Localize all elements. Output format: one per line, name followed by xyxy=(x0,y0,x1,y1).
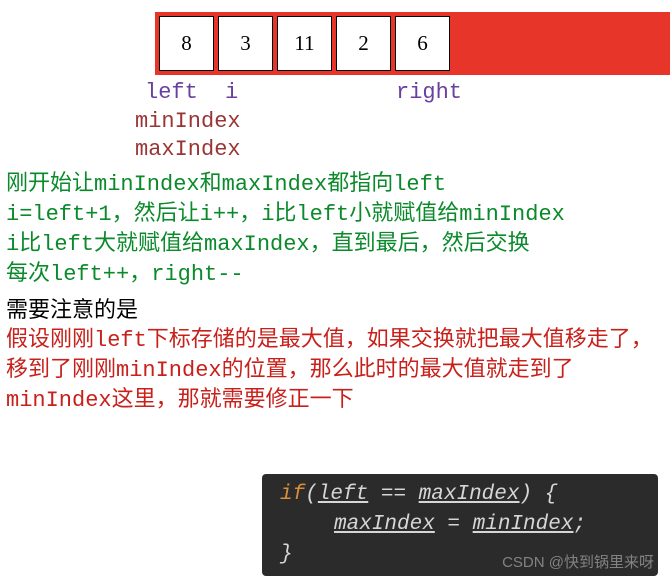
code-line-1: if(left == maxIndex) { xyxy=(280,480,646,510)
lparen: ( xyxy=(305,483,318,506)
maxindex-label: maxIndex xyxy=(135,136,670,164)
array-cell: 8 xyxy=(159,16,214,71)
pointer-right: right xyxy=(396,80,462,105)
gline3: i比left大就赋值给maxIndex，直到最后，然后交换 xyxy=(6,230,670,260)
var-left: left xyxy=(318,483,368,506)
minindex-label: minIndex xyxy=(135,108,670,136)
gline2: i=left+1，然后让i++，i比left小就赋值给minIndex xyxy=(6,200,670,230)
pointer-i: i xyxy=(225,80,238,105)
pointer-row: left i right xyxy=(0,80,670,108)
note-heading: 需要注意的是 xyxy=(6,292,670,324)
gline4: 每次left++，right-- xyxy=(6,260,670,290)
gline1: 刚开始让minIndex和maxIndex都指向left xyxy=(6,170,670,200)
var-minindex-assign: minIndex xyxy=(473,513,574,536)
rparen-brace: ) { xyxy=(520,483,558,506)
array-cell: 2 xyxy=(336,16,391,71)
explain-green: 刚开始让minIndex和maxIndex都指向left i=left+1，然后… xyxy=(6,170,670,290)
pointer-left: left xyxy=(145,80,198,105)
op-eq: == xyxy=(368,483,418,506)
array-container: 8 3 11 2 6 xyxy=(155,12,670,75)
array-cell: 11 xyxy=(277,16,332,71)
array-cell: 6 xyxy=(395,16,450,71)
watermark: CSDN @快到锅里来呀 xyxy=(502,551,654,572)
keyword-if: if xyxy=(280,483,305,506)
semicolon: ; xyxy=(573,513,586,536)
var-maxindex: maxIndex xyxy=(419,483,520,506)
explain-red: 假设刚刚left下标存储的是最大值，如果交换就把最大值移走了，移到了刚刚minI… xyxy=(6,326,670,416)
code-line-2: maxIndex = minIndex; xyxy=(280,510,646,540)
op-assign: = xyxy=(435,513,473,536)
var-maxindex-assign: maxIndex xyxy=(334,513,435,536)
array-cell: 3 xyxy=(218,16,273,71)
